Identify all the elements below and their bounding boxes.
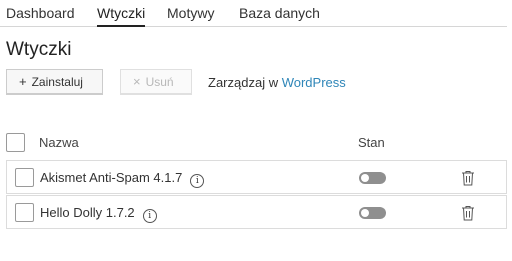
tab-dashboard[interactable]: Dashboard [6, 5, 75, 25]
remove-button[interactable]: × Usuń [120, 69, 192, 95]
plugin-toggle[interactable] [359, 207, 386, 219]
tab-wtyczki[interactable]: Wtyczki [97, 5, 146, 27]
manage-text: Zarządzaj w [208, 75, 279, 90]
select-all-checkbox[interactable] [6, 133, 25, 152]
manage-in-wordpress: Zarządzaj w WordPress [208, 75, 346, 90]
table-header: Nazwa Stan [6, 131, 507, 155]
table-row: Akismet Anti-Spam 4.1.7 i [6, 160, 507, 194]
column-header-state: Stan [358, 135, 385, 150]
tab-baza-danych[interactable]: Baza danych [239, 5, 320, 25]
table-row: Hello Dolly 1.7.2 i [6, 195, 507, 229]
install-button-label: Zainstaluj [31, 74, 83, 89]
install-button[interactable]: + Zainstaluj [6, 69, 103, 95]
plugin-toggle[interactable] [359, 172, 386, 184]
trash-icon[interactable] [461, 205, 475, 221]
plugin-name: Hello Dolly 1.7.2 [40, 205, 135, 220]
remove-button-label: Usuń [145, 74, 174, 89]
toggle-knob [361, 209, 369, 217]
row-checkbox[interactable] [15, 203, 34, 222]
plus-icon: + [19, 74, 27, 89]
info-icon[interactable]: i [190, 174, 205, 188]
plugin-name-cell: Akismet Anti-Spam 4.1.7 i [40, 170, 205, 188]
tab-motywy[interactable]: Motywy [167, 5, 214, 25]
main-tabs: Dashboard Wtyczki Motywy Baza danych [0, 0, 507, 27]
row-checkbox[interactable] [15, 168, 34, 187]
page-title: Wtyczki [6, 39, 72, 60]
info-icon[interactable]: i [142, 209, 157, 223]
wordpress-link[interactable]: WordPress [282, 75, 346, 90]
trash-icon[interactable] [461, 170, 475, 186]
close-icon: × [133, 74, 141, 89]
column-header-name: Nazwa [39, 135, 79, 150]
plugin-name-cell: Hello Dolly 1.7.2 i [40, 205, 157, 223]
plugin-name: Akismet Anti-Spam 4.1.7 [40, 170, 183, 185]
toggle-knob [361, 174, 369, 182]
